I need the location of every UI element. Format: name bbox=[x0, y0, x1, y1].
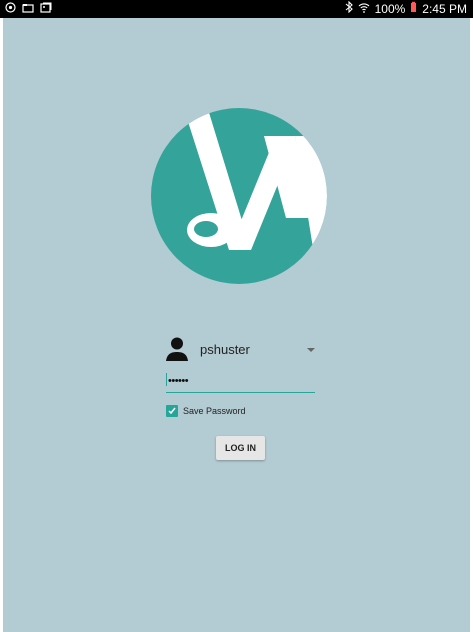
we-logo bbox=[145, 108, 333, 284]
status-time: 2:45 PM bbox=[422, 2, 467, 16]
battery-percent: 100% bbox=[374, 2, 406, 16]
password-field[interactable]: •••••• bbox=[166, 372, 315, 393]
login-screen: 100% 2:45 PM pshuster •••••• Save Passwo… bbox=[0, 0, 473, 632]
checkmark-icon bbox=[168, 407, 176, 415]
username-row: pshuster bbox=[163, 336, 318, 362]
login-button[interactable]: LOG IN bbox=[216, 436, 265, 460]
status-bar: 100% 2:45 PM bbox=[0, 0, 473, 18]
status-left bbox=[5, 0, 52, 18]
notification-icon bbox=[5, 0, 16, 18]
password-value: •••••• bbox=[168, 375, 189, 387]
save-password-checkbox[interactable] bbox=[166, 405, 178, 417]
wifi-icon bbox=[358, 0, 370, 18]
username-value: pshuster bbox=[200, 342, 250, 357]
battery-icon bbox=[410, 0, 417, 18]
app-background: pshuster •••••• Save Password LOG IN bbox=[3, 18, 470, 632]
status-right: 100% 2:45 PM bbox=[345, 0, 467, 18]
username-dropdown[interactable]: pshuster bbox=[200, 340, 318, 360]
chevron-down-icon[interactable] bbox=[307, 348, 315, 352]
text-cursor bbox=[166, 373, 167, 386]
save-password-label: Save Password bbox=[183, 406, 246, 416]
image-icon bbox=[40, 0, 52, 18]
folder-icon bbox=[22, 0, 34, 18]
bluetooth-icon bbox=[345, 0, 353, 18]
save-password-row[interactable]: Save Password bbox=[166, 404, 246, 418]
user-icon bbox=[163, 336, 191, 362]
